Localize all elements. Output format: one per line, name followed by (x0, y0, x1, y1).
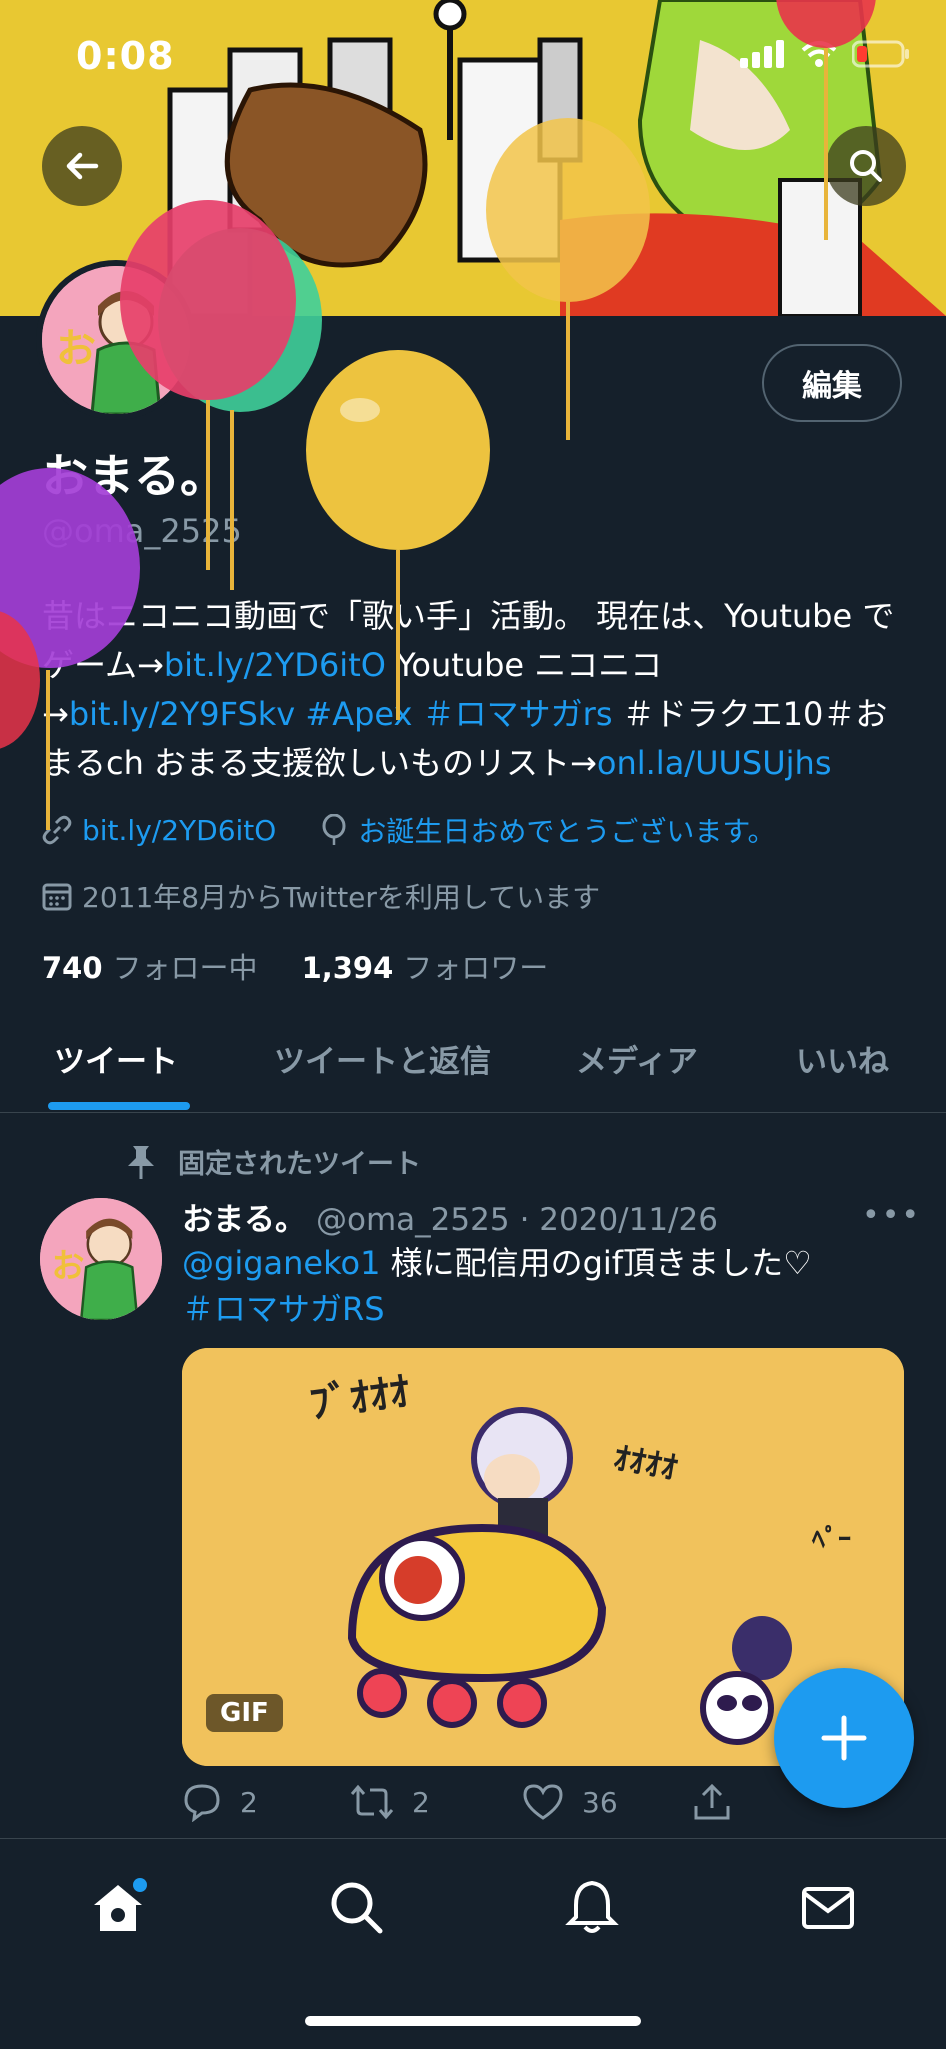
profile-joined-date: 2011年8月からTwitterを利用しています (82, 881, 601, 914)
home-indicator (305, 2016, 641, 2026)
tab-tweets[interactable]: ツイート (54, 1036, 178, 1081)
status-time: 0:08 (76, 34, 175, 78)
profile-display-name: おまる。 (42, 449, 226, 503)
svg-text:お: お (52, 1246, 85, 1285)
bio-link[interactable]: bit.ly/2YD6itO (164, 646, 386, 684)
tweet-header: おまる。 @oma_2525 · 2020/11/26 (182, 1194, 718, 1239)
bio-hashtag[interactable]: #Apex (305, 695, 412, 733)
reply-count: 2 (240, 1785, 258, 1819)
bio-link[interactable]: bit.ly/2Y9FSkv (69, 695, 295, 733)
bio-link[interactable]: onl.la/UUSUjhs (597, 744, 832, 782)
retweet-count: 2 (412, 1785, 430, 1819)
svg-text:ﾍﾟｰ: ﾍﾟｰ (811, 1524, 851, 1555)
profile-joined-row: 2011年8月からTwitterを利用しています (42, 876, 600, 916)
like-button[interactable]: 36 (522, 1782, 618, 1822)
tweet-author-handle[interactable]: @oma_2525 (316, 1202, 510, 1238)
profile-meta-row: bit.ly/2YD6itO お誕生日おめでとうございます。 (42, 810, 776, 850)
active-tab-indicator (48, 1102, 190, 1110)
status-icons (740, 40, 910, 68)
pinned-text: 固定されたツイート (178, 1149, 421, 1180)
retweet-button[interactable]: 2 (350, 1782, 430, 1822)
share-button[interactable] (692, 1782, 732, 1822)
gif-badge: GIF (206, 1694, 283, 1732)
battery-icon (852, 40, 909, 68)
follow-stats: 740 フォロー中 1,394 フォロワー (42, 945, 582, 987)
pin-icon (128, 1145, 154, 1179)
calendar-icon (42, 883, 72, 911)
followers-label[interactable]: フォロワー (403, 945, 548, 987)
tweet-actions: 2 2 36 (182, 1782, 882, 1832)
profile-birthday: お誕生日おめでとうございます。 (358, 815, 776, 848)
bio-text (295, 695, 305, 733)
profile-website-link[interactable]: bit.ly/2YD6itO (82, 814, 276, 847)
tweet-avatar[interactable]: お (40, 1198, 162, 1320)
link-icon (42, 815, 72, 845)
tweet-date: · 2020/11/26 (519, 1202, 718, 1238)
search-nav-icon[interactable] (326, 1877, 386, 1937)
tweet-more-button[interactable]: ••• (862, 1198, 921, 1233)
signal-icon (740, 40, 784, 68)
home-icon[interactable] (88, 1877, 148, 1937)
bell-icon[interactable] (562, 1877, 622, 1937)
compose-plus-icon (821, 1715, 867, 1761)
wifi-icon (801, 41, 837, 67)
tweet-author-name[interactable]: おまる。 (182, 1194, 306, 1239)
following-count[interactable]: 740 (42, 951, 103, 985)
share-icon (694, 1783, 730, 1820)
svg-text:お: お (56, 326, 96, 372)
tab-likes[interactable]: いいね (796, 1036, 889, 1081)
tab-tweets-replies[interactable]: ツイートと返信 (274, 1036, 491, 1081)
like-icon (523, 1784, 563, 1820)
following-label[interactable]: フォロー中 (113, 945, 258, 987)
bio-text (412, 695, 422, 733)
edit-profile-button[interactable]: 編集 (762, 344, 902, 422)
tweet-hashtag[interactable]: ＃ロマサガRS (182, 1290, 385, 1328)
reply-icon (184, 1784, 220, 1822)
reply-button[interactable]: 2 (182, 1782, 258, 1822)
profile-bio: 昔はニコニコ動画で「歌い手」活動。 現在は、Youtube でゲーム→bit.l… (42, 592, 912, 788)
balloon-icon (322, 814, 346, 845)
profile-handle: @oma_2525 (42, 512, 242, 550)
back-arrow-icon (66, 152, 99, 180)
search-button[interactable] (826, 126, 906, 206)
followers-count[interactable]: 1,394 (302, 951, 394, 985)
bio-hashtag[interactable]: ＃ロマサガrs (423, 695, 613, 733)
tweet-text: @giganeko1 様に配信用のgif頂きました♡ ＃ロマサガRS (182, 1240, 902, 1332)
like-count: 36 (582, 1785, 618, 1819)
retweet-icon (350, 1784, 394, 1820)
compose-tweet-button[interactable] (774, 1668, 914, 1808)
search-icon (850, 150, 882, 182)
tweet-mention[interactable]: @giganeko1 (182, 1244, 380, 1282)
tweet-body: 様に配信用のgif頂きました♡ (380, 1244, 812, 1282)
tab-media[interactable]: メディア (576, 1036, 698, 1081)
back-button[interactable] (42, 126, 122, 206)
profile-avatar[interactable]: お (36, 260, 196, 420)
mail-icon[interactable] (798, 1877, 858, 1937)
pinned-label: 固定されたツイート (124, 1142, 421, 1181)
profile-tabs: ツイート ツイートと返信 メディア いいね (0, 1016, 946, 1113)
